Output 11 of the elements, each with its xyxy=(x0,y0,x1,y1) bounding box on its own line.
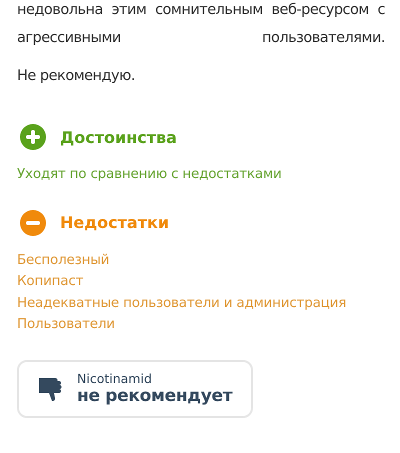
list-item: Бесполезный xyxy=(17,250,110,270)
section-title: Достоинства xyxy=(60,128,177,146)
section-title: Недостатки xyxy=(60,213,170,232)
author-name: Nicotinamid xyxy=(77,371,153,386)
list-item: Пользователи xyxy=(17,315,116,334)
verdict-text: не рекомендует xyxy=(77,386,232,406)
list-item: Копипаст xyxy=(17,272,84,291)
review-paragraph: Не рекомендую. xyxy=(17,67,136,86)
list-item: Неадекватные пользователи и администрация xyxy=(17,294,348,312)
list-item: Уходят по сравнению с недостатками xyxy=(17,165,283,184)
review-paragraph: недовольна этим сомнительным веб-ресурсом с агрессивными пользователями. xyxy=(17,1,385,48)
